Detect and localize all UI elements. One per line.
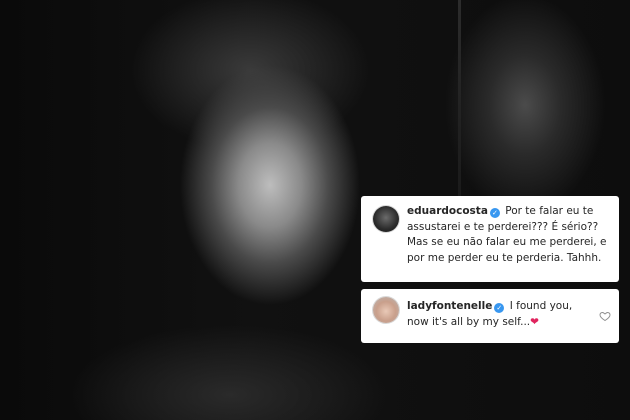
comment-username[interactable]: eduardocosta [407,205,488,217]
avatar[interactable] [373,297,399,323]
comment-card-eduardocosta: eduardocosta ✓ Por te falar eu te assusta… [361,196,619,282]
heart-outline-icon[interactable] [599,310,611,322]
heart-emoji: ❤ [530,315,539,328]
comment-username[interactable]: ladyfontenelle [407,300,492,312]
comment-text-block: eduardocosta ✓ Por te falar eu te assusta… [407,204,611,266]
avatar[interactable] [373,206,399,232]
verified-badge-icon: ✓ [489,208,500,218]
mirror-edge [458,0,461,200]
verified-badge-icon: ✓ [494,303,505,313]
comment-text-block: ladyfontenelle ✓ I found you, now it's al… [407,299,593,330]
comment-card-ladyfontenelle: ladyfontenelle ✓ I found you, now it's al… [361,289,619,343]
